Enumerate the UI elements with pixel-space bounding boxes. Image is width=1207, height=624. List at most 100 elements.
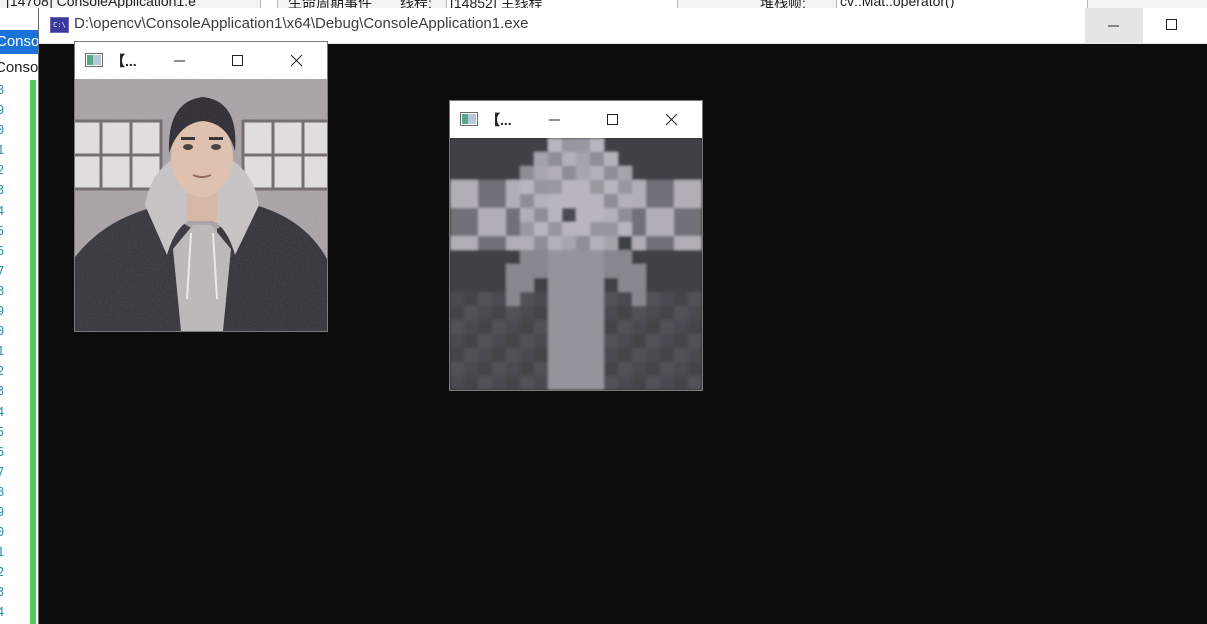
mosaic-cell: [548, 236, 562, 250]
mosaic-cell: [450, 320, 464, 334]
image-window-minimize-button[interactable]: [151, 42, 209, 79]
minimize-icon: [549, 119, 560, 120]
mosaic-cell: [618, 166, 632, 180]
mosaic-cell: [688, 292, 702, 306]
mosaic-cell: [534, 180, 548, 194]
line-number: 9: [0, 103, 5, 118]
line-number: 2: [0, 364, 5, 379]
mosaic-cell: [506, 292, 520, 306]
console-minimize-button[interactable]: [1085, 8, 1143, 43]
mosaic-cell: [464, 376, 478, 390]
mosaic-cell: [534, 236, 548, 250]
mosaic-cell: [590, 166, 604, 180]
mosaic-cell: [520, 152, 534, 166]
mosaic-cell: [534, 208, 548, 222]
mosaic-cell: [478, 166, 492, 180]
mosaic-cell: [632, 250, 646, 264]
mosaic-cell: [506, 334, 520, 348]
mosaic-cell: [534, 334, 548, 348]
mosaic-cell: [520, 166, 534, 180]
mosaic-cell: [492, 264, 506, 278]
image-window-maximize-button[interactable]: [584, 101, 642, 138]
image-window-close-button[interactable]: [643, 101, 701, 138]
mosaic-cell: [646, 236, 660, 250]
mosaic-cell: [576, 278, 590, 292]
mosaic-cell: [632, 208, 646, 222]
image-window-close-button[interactable]: [268, 42, 326, 79]
mosaic-cell: [492, 166, 506, 180]
mosaic-cell: [548, 348, 562, 362]
image-window-minimize-button[interactable]: [526, 101, 584, 138]
mosaic-cell: [478, 236, 492, 250]
mosaic-cell: [464, 250, 478, 264]
mosaic-cell: [646, 306, 660, 320]
mosaic-cell: [604, 180, 618, 194]
image-window-title-bar[interactable]: 【...: [450, 101, 702, 138]
portrait-image: [75, 79, 327, 331]
mosaic-cell: [534, 138, 548, 152]
mosaic-cell: [576, 166, 590, 180]
mosaic-cell: [492, 278, 506, 292]
image-window-maximize-button[interactable]: [209, 42, 267, 79]
mosaic-cell: [576, 320, 590, 334]
mosaic-cell: [604, 152, 618, 166]
image-window-original[interactable]: 【...: [75, 42, 327, 331]
mosaic-cell: [520, 320, 534, 334]
mosaic-cell: [534, 362, 548, 376]
mosaic-cell: [520, 208, 534, 222]
close-icon: [291, 54, 303, 66]
mosaic-cell: [660, 264, 674, 278]
mosaic-cell: [492, 208, 506, 222]
mosaic-cell: [660, 348, 674, 362]
mosaic-cell: [688, 194, 702, 208]
mosaic-cell: [450, 292, 464, 306]
image-window-icon: [460, 112, 478, 126]
mosaic-cell: [632, 278, 646, 292]
mosaic-cell: [674, 348, 688, 362]
mosaic-cell: [506, 208, 520, 222]
mosaic-cell: [576, 348, 590, 362]
line-number: 6: [0, 243, 5, 258]
mosaic-cell: [646, 138, 660, 152]
image-window-mosaic[interactable]: 【...: [450, 101, 702, 390]
mosaic-cell: [674, 138, 688, 152]
mosaic-cell: [450, 194, 464, 208]
editor-tab[interactable]: ConsoleApplication1: [0, 56, 38, 80]
image-window-title: 【...: [486, 112, 512, 128]
mosaic-cell: [478, 152, 492, 166]
mosaic-cell: [618, 222, 632, 236]
mosaic-cell: [632, 334, 646, 348]
mosaic-cell: [478, 264, 492, 278]
mosaic-cell: [688, 152, 702, 166]
mosaic-cell: [562, 236, 576, 250]
console-title-bar[interactable]: C:\ D:\opencv\ConsoleApplication1\x64\De…: [39, 8, 1207, 44]
mosaic-cell: [450, 152, 464, 166]
mosaic-cell: [674, 278, 688, 292]
line-number: 4: [0, 605, 5, 620]
mosaic-cell: [660, 362, 674, 376]
mosaic-cell: [660, 320, 674, 334]
line-number: 5: [0, 424, 5, 439]
image-window-title-bar[interactable]: 【...: [75, 42, 327, 79]
mosaic-cell: [590, 264, 604, 278]
mosaic-cell: [492, 236, 506, 250]
mosaic-cell: [604, 334, 618, 348]
mosaic-cell: [660, 180, 674, 194]
mosaic-cell: [520, 292, 534, 306]
line-number: 4: [0, 203, 5, 218]
mosaic-cell: [646, 320, 660, 334]
mosaic-cell: [506, 376, 520, 390]
mosaic-cell: [660, 278, 674, 292]
mosaic-cell: [604, 306, 618, 320]
mosaic-cell: [478, 292, 492, 306]
mosaic-cell: [660, 236, 674, 250]
mosaic-cell: [534, 376, 548, 390]
console-maximize-button[interactable]: [1143, 8, 1201, 43]
mosaic-cell: [520, 264, 534, 278]
mosaic-cell: [464, 194, 478, 208]
mosaic-cell: [576, 250, 590, 264]
image-window-icon: [85, 53, 103, 67]
mosaic-cell: [646, 292, 660, 306]
editor-tab-active[interactable]: ConsoleApp: [0, 30, 38, 54]
mosaic-cell: [478, 376, 492, 390]
